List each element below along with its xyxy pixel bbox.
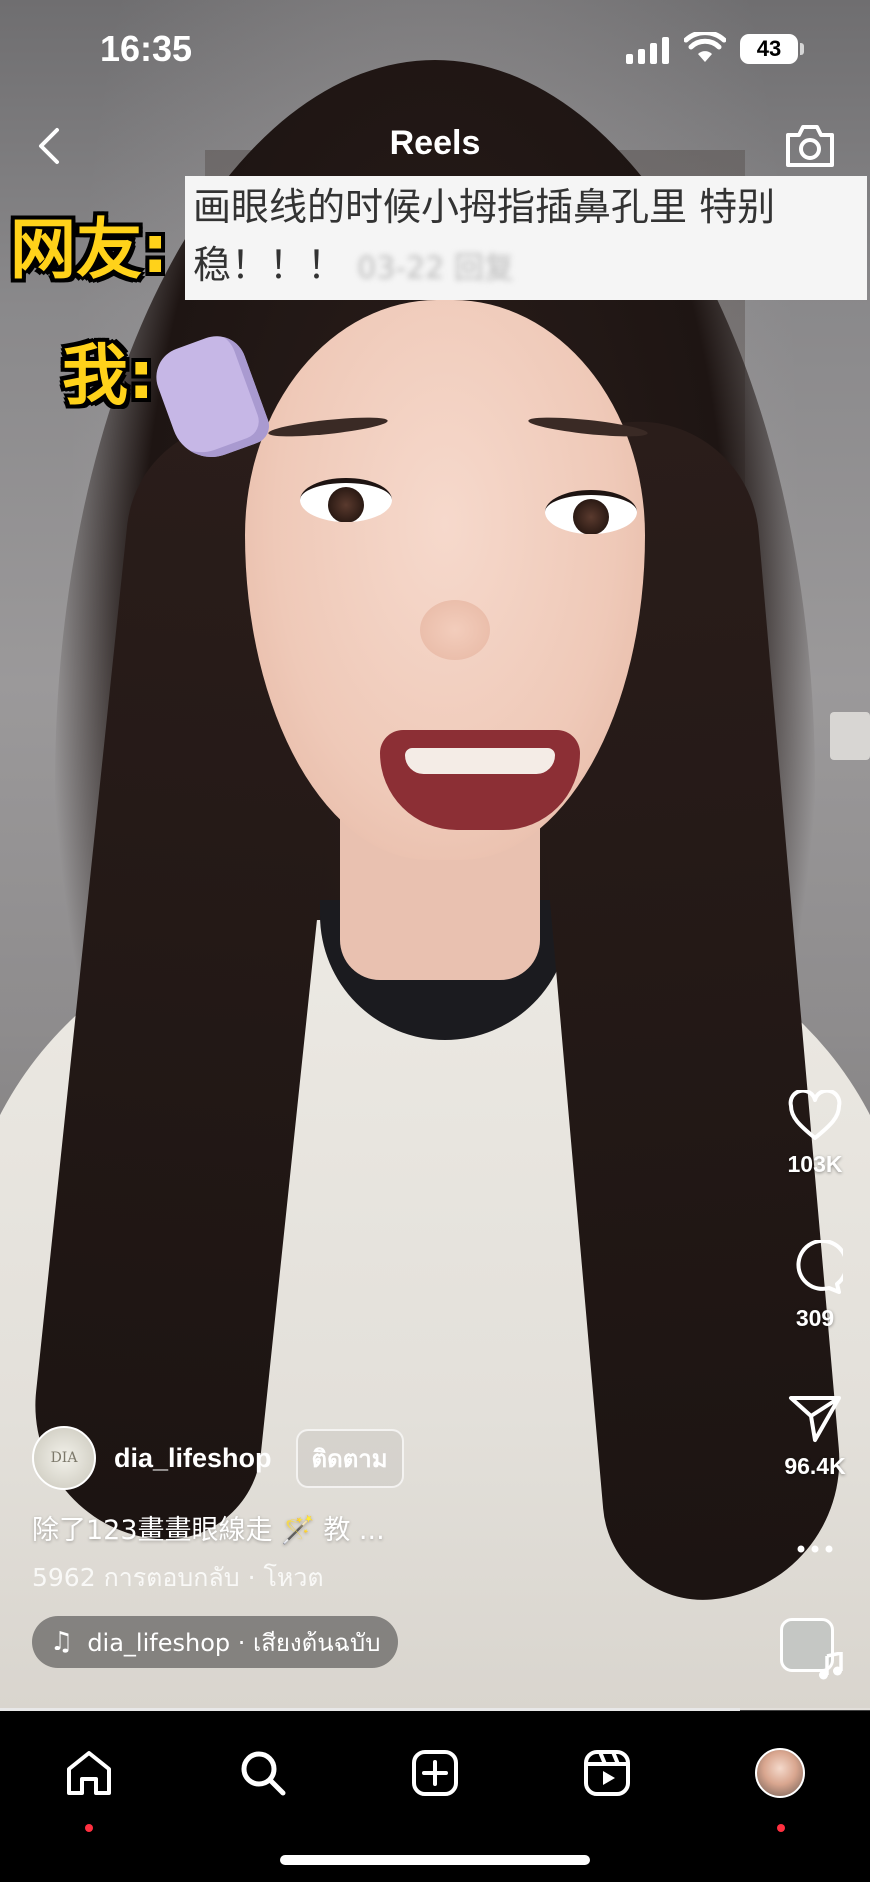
meme-label-netizen: 网友: bbox=[10, 211, 169, 288]
tab-create[interactable] bbox=[400, 1738, 470, 1808]
music-note-icon bbox=[818, 1650, 844, 1685]
video-caption-line1: 画眼线的时候小拇指插鼻孔里 特别 bbox=[193, 185, 776, 229]
tab-reels[interactable] bbox=[572, 1738, 642, 1808]
post-author: DIA dia_lifeshop ติดตาม bbox=[32, 1425, 404, 1491]
avatar-logo-text: DIA bbox=[50, 1450, 78, 1466]
reels-header: Reels bbox=[0, 110, 870, 180]
battery-icon: 43 bbox=[740, 34, 798, 64]
video-caption-box: 画眼线的时候小拇指插鼻孔里 特别 稳！！！ 03-22 回复 bbox=[185, 176, 867, 300]
camera-button[interactable] bbox=[780, 116, 840, 176]
tab-home[interactable] bbox=[54, 1738, 124, 1808]
author-avatar[interactable]: DIA bbox=[32, 1426, 96, 1490]
search-icon bbox=[241, 1751, 286, 1796]
video-caption-line2: 稳！！！ bbox=[193, 243, 346, 287]
post-meta[interactable]: 5962 การตอบกลับ · โหวต bbox=[32, 1558, 324, 1598]
status-bar: 16:35 43 bbox=[0, 0, 870, 100]
home-notification-dot bbox=[85, 1824, 93, 1832]
more-horizontal-icon bbox=[797, 1545, 833, 1553]
profile-avatar bbox=[755, 1748, 805, 1798]
meme-label-me: 我: bbox=[62, 337, 155, 414]
tab-search[interactable] bbox=[228, 1738, 298, 1808]
profile-notification-dot bbox=[777, 1824, 785, 1832]
home-indicator bbox=[280, 1855, 590, 1865]
more-options-button[interactable] bbox=[760, 1542, 870, 1560]
paper-plane-icon bbox=[789, 1396, 841, 1442]
wall-vent bbox=[830, 712, 870, 760]
video-progress-bar[interactable] bbox=[0, 1708, 870, 1711]
camera-icon bbox=[786, 125, 834, 167]
reels-icon bbox=[584, 1750, 630, 1796]
tab-profile[interactable] bbox=[745, 1738, 815, 1808]
video-progress-fill bbox=[0, 1708, 740, 1711]
comment-bubble-icon bbox=[796, 1238, 849, 1294]
home-icon bbox=[67, 1751, 111, 1795]
like-count: 103K bbox=[787, 1151, 843, 1177]
post-description[interactable]: 除了123畫畫眼線走 🪄 教 ... bbox=[32, 1508, 385, 1547]
wifi-icon bbox=[683, 30, 727, 69]
page-title: Reels bbox=[389, 124, 481, 162]
left-eye bbox=[300, 478, 392, 522]
audio-pill[interactable]: ♫ dia_lifeshop · เสียงต้นฉบับ bbox=[32, 1616, 399, 1668]
share-button[interactable]: 96.4K bbox=[760, 1392, 870, 1480]
plus-square-icon bbox=[412, 1750, 458, 1796]
right-eye bbox=[545, 490, 637, 534]
audio-label: dia_lifeshop · เสียงต้นฉบับ bbox=[87, 1628, 381, 1657]
follow-button[interactable]: ติดตาม bbox=[295, 1428, 404, 1488]
video-caption-blurred: 03-22 回复 bbox=[357, 251, 514, 286]
music-note-icon: ♫ bbox=[50, 1627, 74, 1657]
comment-count: 309 bbox=[795, 1305, 835, 1331]
heart-icon bbox=[788, 1088, 842, 1140]
like-button[interactable]: 103K bbox=[760, 1088, 870, 1178]
status-time: 16:35 bbox=[100, 28, 193, 69]
comment-button[interactable]: 309 bbox=[760, 1238, 870, 1332]
author-username[interactable]: dia_lifeshop bbox=[114, 1443, 272, 1474]
share-count: 96.4K bbox=[784, 1453, 846, 1479]
cellular-signal-icon bbox=[626, 36, 669, 64]
